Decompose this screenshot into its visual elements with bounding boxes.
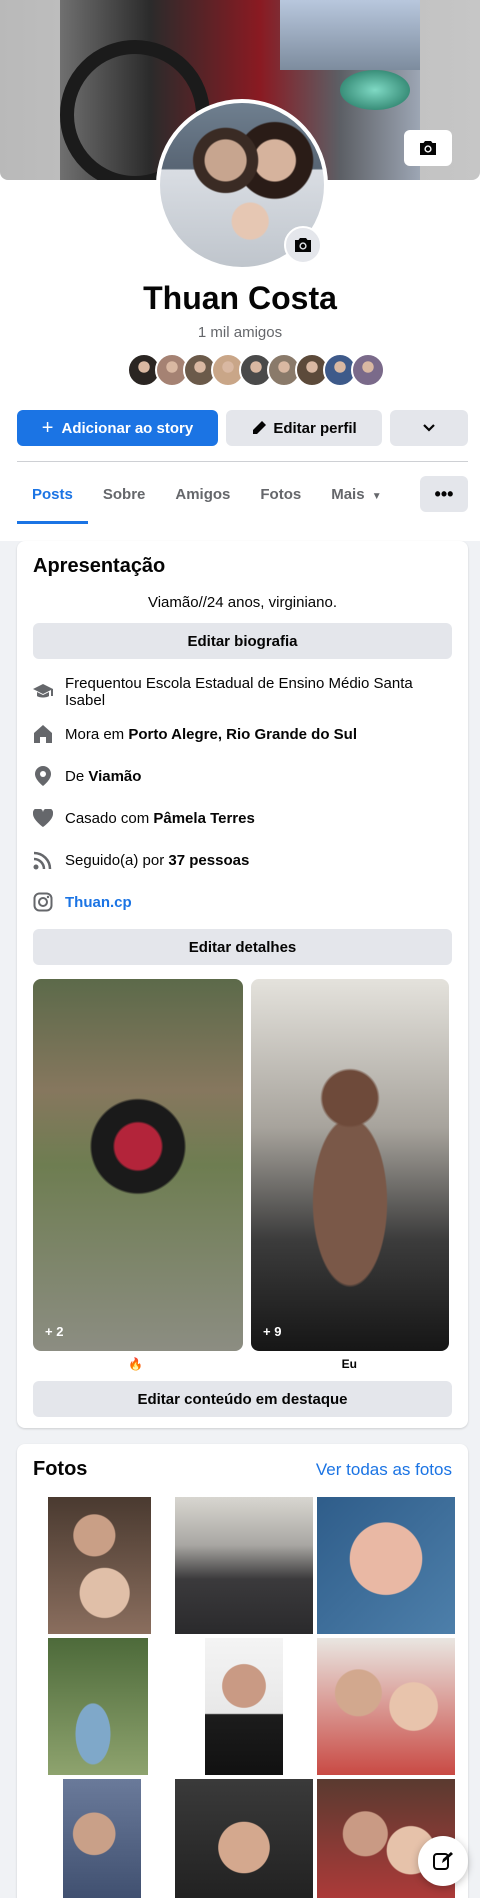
highlight-captions: 🔥 Eu	[33, 1357, 452, 1371]
caret-down-icon: ▼	[371, 491, 382, 502]
photo-thumbnail[interactable]	[33, 1638, 171, 1775]
photo-image	[63, 1779, 141, 1898]
tab-more-label: Mais	[331, 486, 365, 503]
photo-thumbnail[interactable]	[317, 1497, 455, 1634]
info-prefix: De	[65, 767, 89, 785]
edit-cover-button[interactable]	[404, 130, 452, 166]
info-link[interactable]: Pâmela Terres	[153, 810, 254, 827]
photo-image	[205, 1638, 283, 1775]
info-row-home: Mora em Porto Alegre, Rio Grande do Sul	[33, 713, 452, 755]
heart-icon	[33, 808, 53, 828]
photo-thumbnail[interactable]	[33, 1497, 171, 1634]
edit-details-button[interactable]: Editar detalhes	[33, 929, 452, 965]
camera-icon	[420, 141, 436, 155]
edit-profile-label: Editar perfil	[273, 419, 357, 437]
photo-thumbnail[interactable]	[33, 1779, 171, 1898]
edit-profile-button[interactable]: Editar perfil	[226, 410, 382, 446]
intro-details: Frequentou Escola Estadual de Ensino Méd…	[33, 671, 452, 923]
info-text: Frequentou Escola Estadual de Ensino Méd…	[65, 675, 452, 709]
tab-more[interactable]: Mais ▼	[316, 474, 396, 524]
info-row-school: Frequentou Escola Estadual de Ensino Méd…	[33, 671, 452, 713]
profile-name: Thuan Costa	[143, 280, 337, 316]
header-divider	[17, 461, 468, 462]
info-text: Mora em Porto Alegre, Rio Grande do Sul	[65, 726, 357, 743]
info-prefix: Frequentou Escola Estadual de Ensino Méd…	[65, 675, 413, 709]
tab-photos[interactable]: Fotos	[245, 474, 316, 524]
cover-accent	[340, 70, 410, 110]
profile-header: Thuan Costa 1 mil amigos + Adicionar ao …	[0, 0, 480, 541]
info-link[interactable]: 37 pessoas	[168, 852, 249, 869]
photos-card: Fotos Ver todas as fotos	[17, 1444, 468, 1898]
chevron-down-icon	[423, 424, 435, 432]
pencil-icon	[253, 421, 267, 434]
highlight-count: + 2	[45, 1324, 64, 1339]
photo-image	[317, 1638, 455, 1775]
intro-card: Apresentação Viamão//24 anos, virginiano…	[17, 541, 468, 1428]
intro-title: Apresentação	[33, 555, 166, 577]
photo-image	[175, 1779, 313, 1898]
edit-highlights-button[interactable]: Editar conteúdo em destaque	[33, 1381, 452, 1417]
featured-highlights: + 2 + 9	[33, 979, 452, 1351]
info-row-instagram: Thuan.cp	[33, 881, 452, 923]
more-options-button[interactable]	[390, 410, 468, 446]
info-text: Seguido(a) por 37 pessoas	[65, 852, 249, 869]
highlight-card[interactable]: + 9	[251, 979, 449, 1351]
profile-tabs: Posts Sobre Amigos Fotos Mais ▼	[17, 474, 397, 524]
see-all-photos-link[interactable]: Ver todas as fotos	[316, 1460, 452, 1480]
home-icon	[33, 724, 53, 744]
compose-icon	[433, 1852, 453, 1870]
info-link[interactable]: Viamão	[88, 768, 141, 785]
compose-button[interactable]	[418, 1836, 468, 1886]
tab-friends[interactable]: Amigos	[160, 474, 245, 524]
friend-avatars[interactable]	[127, 353, 385, 387]
photo-image	[48, 1638, 148, 1775]
bio-text: Viamão//24 anos, virginiano.	[147, 594, 337, 611]
plus-icon: +	[41, 416, 54, 439]
photo-image	[175, 1497, 313, 1634]
photo-thumbnail[interactable]	[175, 1638, 313, 1775]
info-prefix: Casado com	[65, 809, 154, 827]
instagram-link[interactable]: Thuan.cp	[65, 894, 132, 911]
photo-image	[317, 1497, 455, 1634]
add-story-label: Adicionar ao story	[61, 419, 194, 437]
highlight-caption: Eu	[341, 1357, 357, 1371]
photos-title: Fotos	[33, 1458, 88, 1480]
info-link[interactable]: Porto Alegre, Rio Grande do Sul	[128, 726, 357, 743]
school-icon	[33, 682, 53, 702]
ellipsis-button[interactable]: •••	[420, 476, 468, 512]
photo-grid	[33, 1497, 455, 1898]
edit-bio-button[interactable]: Editar biografia	[33, 623, 452, 659]
info-prefix: Mora em	[65, 725, 129, 743]
highlight-caption: 🔥	[128, 1357, 144, 1371]
instagram-icon	[33, 892, 53, 912]
highlight-card[interactable]: + 2	[33, 979, 243, 1351]
highlight-count: + 9	[263, 1324, 282, 1339]
friend-avatar[interactable]	[351, 353, 385, 387]
info-row-relationship: Casado com Pâmela Terres	[33, 797, 452, 839]
edit-avatar-button[interactable]	[284, 226, 322, 264]
cover-sky	[280, 0, 420, 70]
info-row-hometown: De Viamão	[33, 755, 452, 797]
photo-thumbnail[interactable]	[175, 1497, 313, 1634]
info-row-followers: Seguido(a) por 37 pessoas	[33, 839, 452, 881]
add-story-button[interactable]: + Adicionar ao story	[17, 410, 218, 446]
photo-thumbnail[interactable]	[317, 1638, 455, 1775]
friends-count[interactable]: 1 mil amigos	[0, 324, 480, 341]
tab-about[interactable]: Sobre	[88, 474, 161, 524]
info-text: De Viamão	[65, 768, 141, 785]
location-pin-icon	[33, 766, 53, 786]
ellipsis-icon: •••	[434, 483, 454, 504]
camera-icon	[295, 238, 311, 252]
info-prefix: Seguido(a) por	[65, 851, 169, 869]
photo-thumbnail[interactable]	[175, 1779, 313, 1898]
rss-icon	[33, 850, 53, 870]
tab-posts[interactable]: Posts	[17, 474, 88, 524]
photo-image	[48, 1497, 151, 1634]
info-text: Casado com Pâmela Terres	[65, 810, 255, 827]
